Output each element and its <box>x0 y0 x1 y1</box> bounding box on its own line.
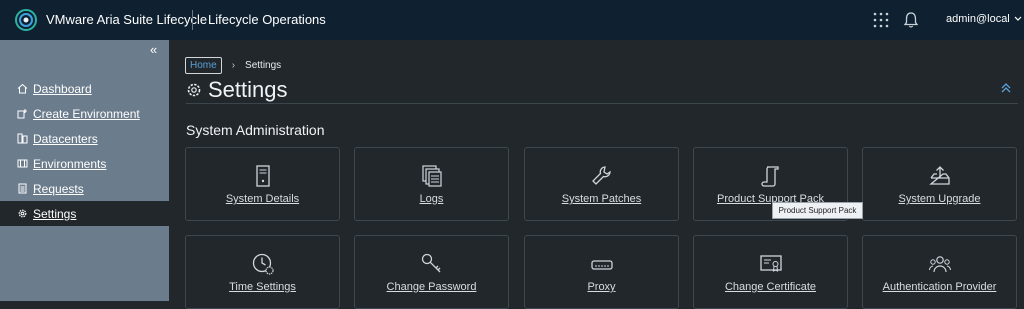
sidebar-item-datacenters[interactable]: Datacenters <box>0 126 169 151</box>
card-authentication-provider[interactable]: Authentication Provider <box>862 235 1017 309</box>
sidebar-item-label: Requests <box>33 181 84 196</box>
card-label: Proxy <box>587 281 616 293</box>
app-title: VMware Aria Suite Lifecycle <box>46 12 208 27</box>
home-icon <box>17 83 28 94</box>
create-env-icon <box>17 109 27 119</box>
breadcrumb-current: Settings <box>245 59 282 71</box>
apps-grid-icon[interactable] <box>872 11 890 29</box>
card-label: Change Certificate <box>724 281 817 293</box>
card-label: System Details <box>225 193 300 205</box>
card-change-certificate[interactable]: Change Certificate <box>693 235 848 309</box>
gear-icon <box>18 209 27 218</box>
page-title-text: Settings <box>208 77 288 102</box>
sidebar-item-label: Create Environment <box>33 106 140 121</box>
card-system-details[interactable]: System Details <box>185 147 340 221</box>
chevron-right-icon: › <box>231 59 236 71</box>
certificate-icon <box>760 255 782 272</box>
page-title: Settings <box>186 77 288 103</box>
proxy-icon <box>591 260 613 270</box>
breadcrumb: Home › Settings <box>185 56 281 74</box>
card-change-password[interactable]: Change Password <box>354 235 509 309</box>
sidebar-item-settings[interactable]: Settings <box>0 201 169 226</box>
card-label: System Patches <box>561 193 642 205</box>
breadcrumb-home-link[interactable]: Home <box>185 56 222 74</box>
bell-icon[interactable] <box>902 11 920 29</box>
sidebar-item-environments[interactable]: Environments <box>0 151 169 176</box>
card-label: Authentication Provider <box>882 281 997 293</box>
scroll-icon <box>761 166 779 187</box>
upload-tray-icon <box>929 166 950 185</box>
card-system-patches[interactable]: System Patches <box>524 147 679 221</box>
gear-icon <box>187 83 201 97</box>
users-icon <box>928 256 952 273</box>
sidebar: « Dashboard Create Environment Datacente… <box>0 40 169 301</box>
group-heading: System Administration <box>186 122 325 138</box>
clock-gear-icon <box>252 253 274 275</box>
sidebar-item-label: Dashboard <box>33 81 92 96</box>
card-logs[interactable]: Logs <box>354 147 509 221</box>
card-label: System Upgrade <box>898 193 981 205</box>
section-title[interactable]: Lifecycle Operations <box>208 12 326 27</box>
double-chevron-left-icon[interactable]: « <box>150 43 162 56</box>
environments-icon <box>17 159 28 168</box>
requests-icon <box>18 183 27 194</box>
card-label: Logs <box>419 193 444 205</box>
header-divider <box>192 10 193 30</box>
user-name: admin@local <box>946 13 1010 25</box>
card-label: Time Settings <box>229 281 296 293</box>
title-divider <box>186 103 1018 104</box>
key-icon <box>421 253 441 273</box>
datacenter-icon <box>17 133 28 144</box>
sidebar-item-create-environment[interactable]: Create Environment <box>0 101 169 126</box>
sidebar-item-label: Environments <box>33 156 107 171</box>
chevron-down-icon <box>1014 16 1022 21</box>
logs-icon <box>422 165 442 187</box>
sidebar-item-label: Settings <box>33 206 77 221</box>
tooltip: Product Support Pack <box>772 202 863 219</box>
wrench-icon <box>592 166 611 185</box>
sidebar-item-requests[interactable]: Requests <box>0 176 169 201</box>
card-proxy[interactable]: Proxy <box>524 235 679 309</box>
user-menu[interactable]: admin@local <box>946 13 1022 25</box>
card-label: Change Password <box>386 281 477 293</box>
vmware-logo-icon <box>15 9 37 31</box>
sidebar-item-dashboard[interactable]: Dashboard <box>0 76 169 101</box>
card-time-settings[interactable]: Time Settings <box>185 235 340 309</box>
double-chevron-up-icon[interactable] <box>1000 82 1012 94</box>
server-icon <box>256 165 270 187</box>
sidebar-item-label: Datacenters <box>33 131 98 146</box>
card-system-upgrade[interactable]: System Upgrade <box>862 147 1017 221</box>
top-header: VMware Aria Suite Lifecycle Lifecycle Op… <box>0 0 1024 40</box>
